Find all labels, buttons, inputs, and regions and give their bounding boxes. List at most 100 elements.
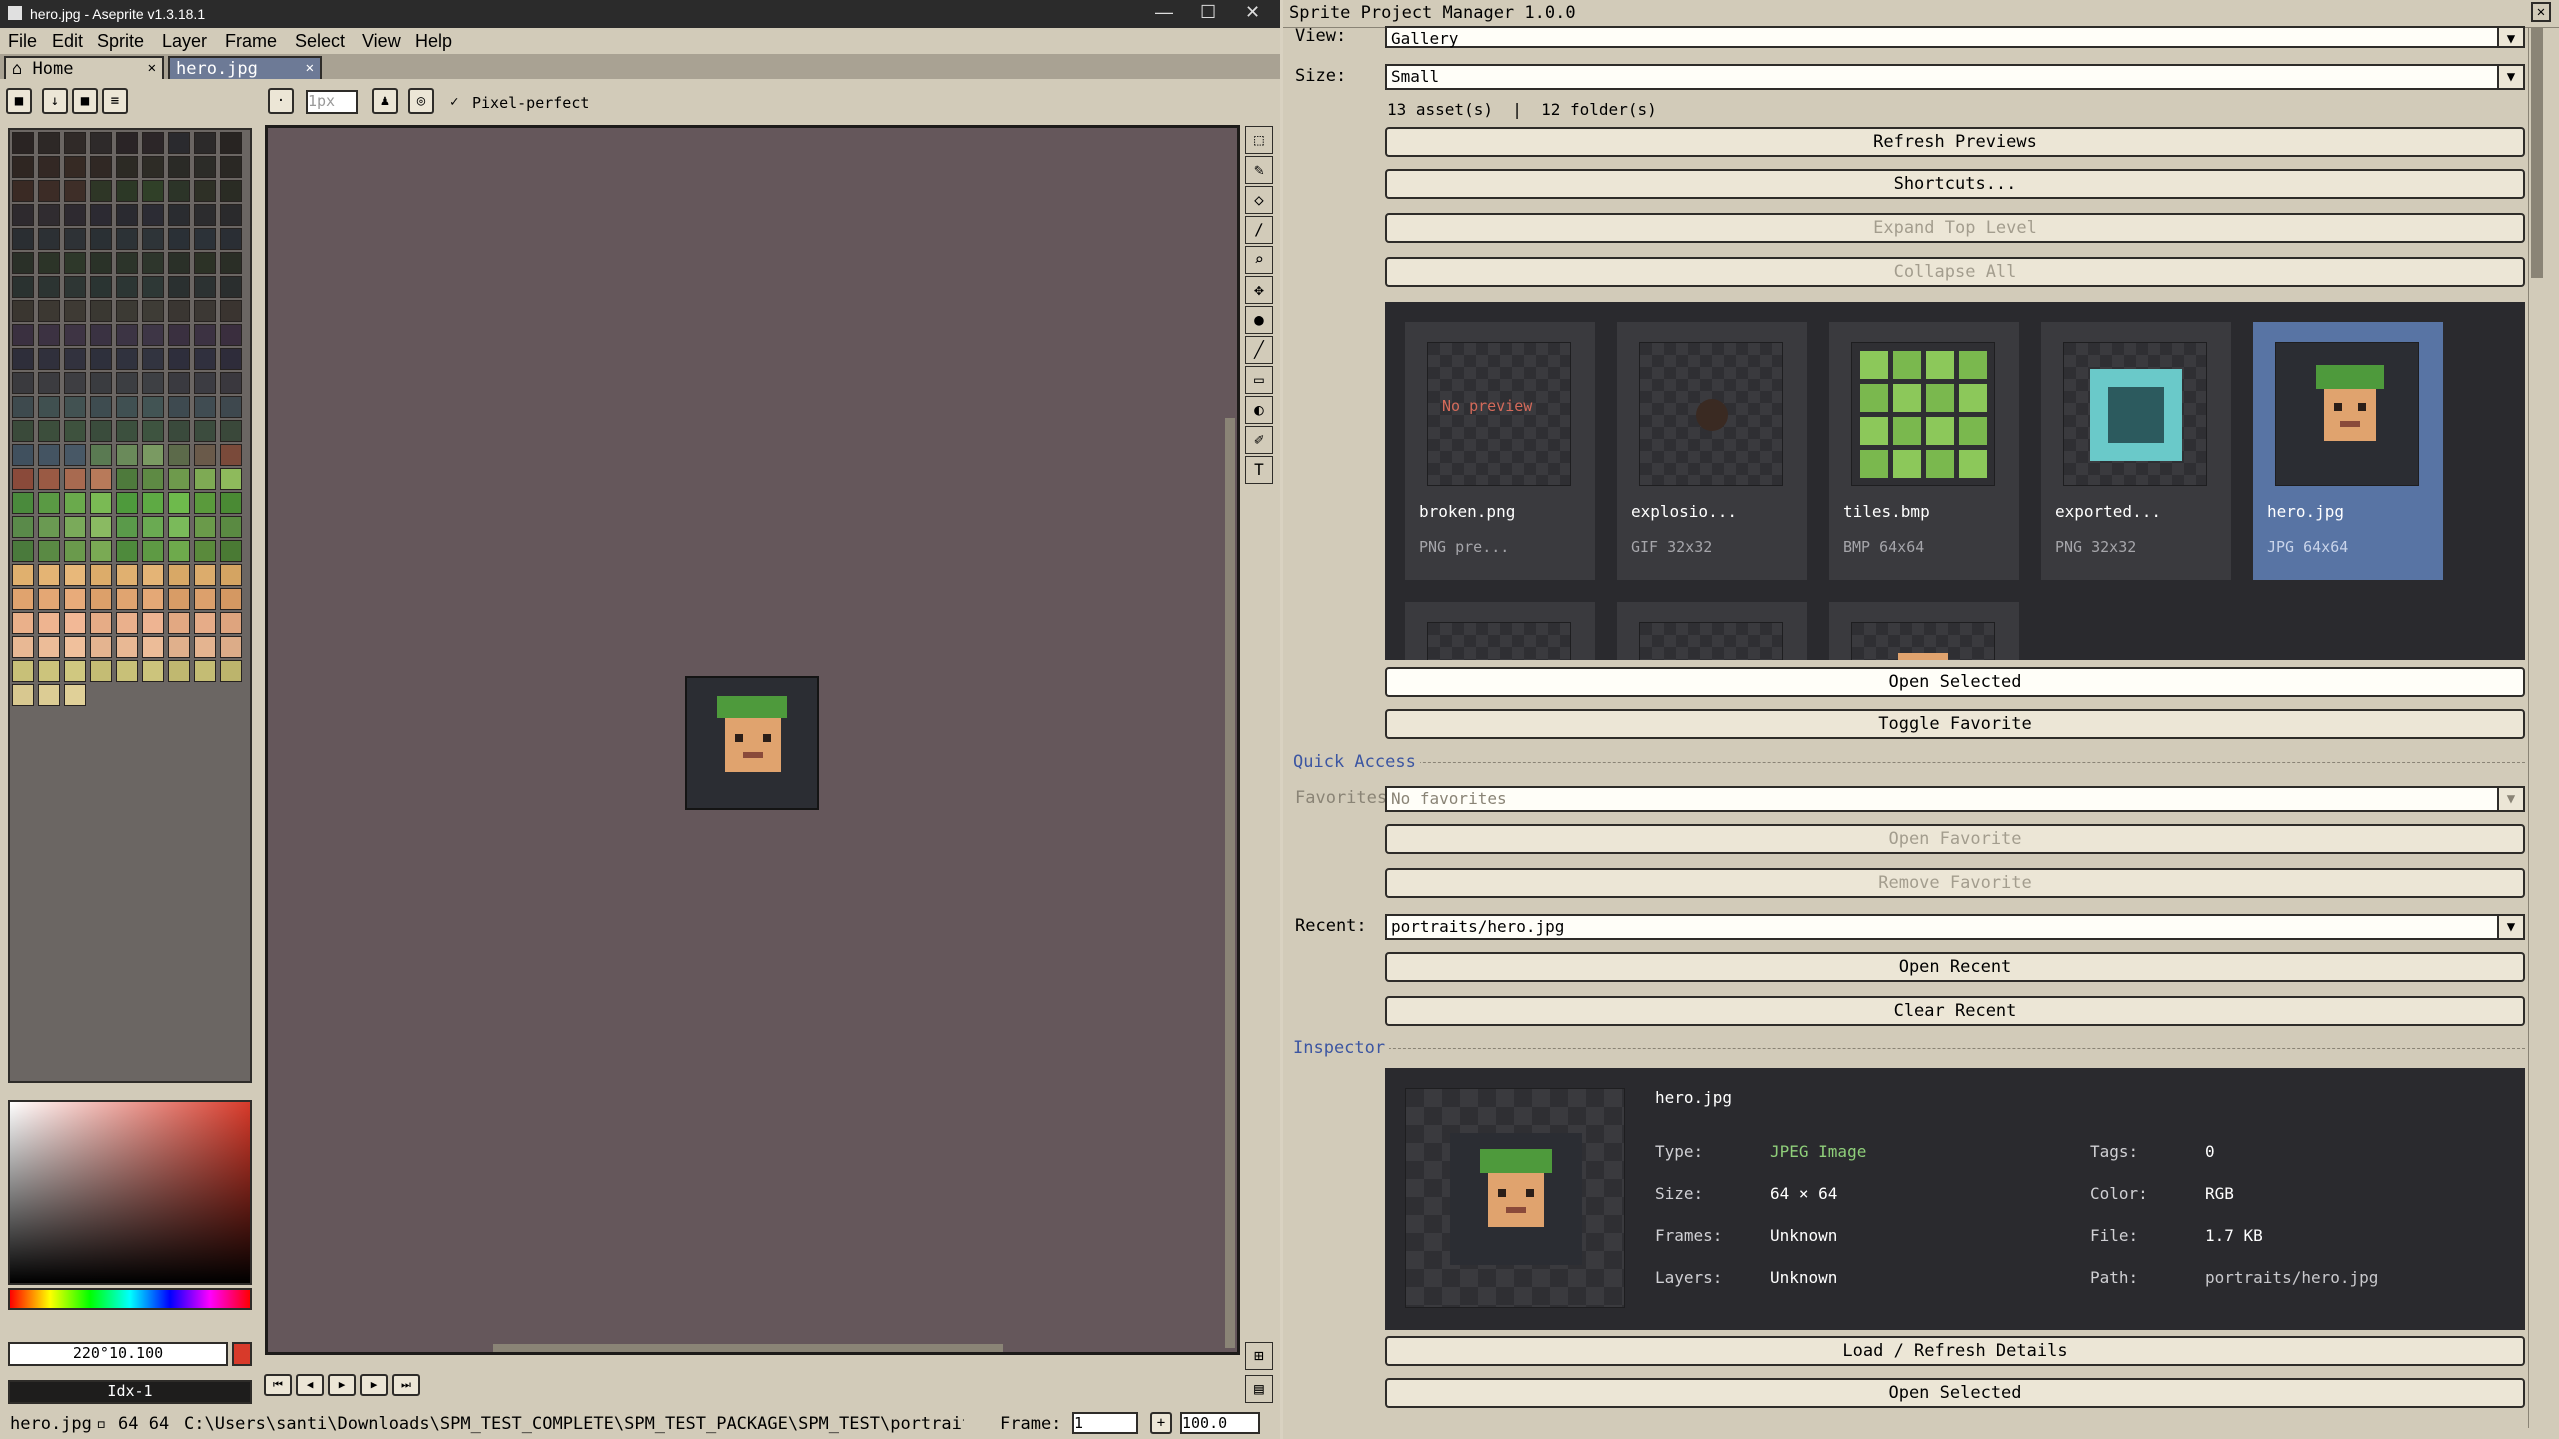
palette-swatch[interactable]	[194, 180, 216, 202]
palette-swatch[interactable]	[116, 564, 138, 586]
palette-swatch[interactable]	[194, 348, 216, 370]
palette-swatch[interactable]	[220, 468, 242, 490]
palette-swatch[interactable]	[168, 252, 190, 274]
sprite-canvas[interactable]	[265, 125, 1240, 1355]
palette-swatch[interactable]	[168, 324, 190, 346]
next-frame-icon[interactable]: ▶	[360, 1374, 388, 1396]
palette-swatch[interactable]	[12, 492, 34, 514]
palette-swatch[interactable]	[38, 660, 60, 682]
palette-swatch[interactable]	[168, 348, 190, 370]
palette-swatch[interactable]	[90, 156, 112, 178]
palette-swatch[interactable]	[194, 564, 216, 586]
palette-swatch[interactable]	[38, 444, 60, 466]
palette-swatch[interactable]	[64, 636, 86, 658]
palette-swatch[interactable]	[220, 564, 242, 586]
palette-swatch[interactable]	[168, 420, 190, 442]
palette-swatch[interactable]	[64, 276, 86, 298]
palette-swatch[interactable]	[12, 540, 34, 562]
refresh-previews-button[interactable]: Refresh Previews	[1385, 127, 2525, 157]
blur-icon[interactable]: ◐	[1245, 396, 1273, 424]
menu-layer[interactable]: Layer	[162, 31, 207, 52]
palette-swatch[interactable]	[220, 324, 242, 346]
palette-swatch[interactable]	[12, 276, 34, 298]
palette-swatch[interactable]	[90, 372, 112, 394]
palette-swatch[interactable]	[116, 324, 138, 346]
palette-swatch[interactable]	[142, 588, 164, 610]
palette-swatch[interactable]	[142, 540, 164, 562]
palette-swatch[interactable]	[168, 204, 190, 226]
palette-swatch[interactable]	[38, 540, 60, 562]
palette-swatch[interactable]	[194, 228, 216, 250]
palette-swatch[interactable]	[220, 516, 242, 538]
gallery-card[interactable]	[1405, 602, 1595, 660]
palette-swatch[interactable]	[38, 636, 60, 658]
palette-swatch[interactable]	[194, 444, 216, 466]
clear-recent-button[interactable]: Clear Recent	[1385, 996, 2525, 1026]
dialog-close-button[interactable]: ✕	[2531, 2, 2551, 22]
palette-swatch[interactable]	[90, 132, 112, 154]
palette-swatch[interactable]	[194, 588, 216, 610]
color-index-field[interactable]: Idx-1	[8, 1380, 252, 1404]
palette-swatch[interactable]	[38, 156, 60, 178]
palette-swatch[interactable]	[90, 540, 112, 562]
open-recent-button[interactable]: Open Recent	[1385, 952, 2525, 982]
palette-swatch[interactable]	[38, 276, 60, 298]
palette-swatch[interactable]	[220, 444, 242, 466]
palette-swatch[interactable]	[116, 156, 138, 178]
palette-swatch[interactable]	[220, 276, 242, 298]
gallery-card-selected[interactable]: hero.jpg JPG 64x64	[2253, 322, 2443, 580]
menu-edit[interactable]: Edit	[52, 31, 83, 52]
palette-swatch[interactable]	[90, 564, 112, 586]
fill-icon[interactable]: ●	[1245, 306, 1273, 334]
palette-swatch[interactable]	[168, 516, 190, 538]
hue-slider[interactable]	[8, 1288, 252, 1310]
favorites-select[interactable]: No favorites ▼	[1385, 786, 2525, 812]
palette-swatch[interactable]	[220, 132, 242, 154]
palette-swatch[interactable]	[64, 204, 86, 226]
palette-swatch[interactable]	[90, 324, 112, 346]
palette-swatch[interactable]	[90, 468, 112, 490]
palette-swatch[interactable]	[194, 396, 216, 418]
palette-swatch[interactable]	[116, 132, 138, 154]
palette-swatch[interactable]	[38, 132, 60, 154]
palette-swatch[interactable]	[220, 300, 242, 322]
palette-swatch[interactable]	[194, 516, 216, 538]
palette-swatch[interactable]	[220, 540, 242, 562]
gallery-card[interactable]: explosio... GIF 32x32	[1617, 322, 1807, 580]
palette-swatch[interactable]	[116, 636, 138, 658]
palette-swatch[interactable]	[142, 492, 164, 514]
palette-swatch[interactable]	[142, 420, 164, 442]
tab-home[interactable]: ⌂ Home ✕	[4, 56, 164, 79]
palette-swatch[interactable]	[142, 156, 164, 178]
palette-swatch[interactable]	[64, 588, 86, 610]
ink-icon[interactable]: ♟	[372, 88, 398, 114]
palette-swatch[interactable]	[64, 324, 86, 346]
palette-swatch[interactable]	[64, 612, 86, 634]
palette-swatch[interactable]	[220, 636, 242, 658]
palette-swatch[interactable]	[90, 396, 112, 418]
menu-file[interactable]: File	[8, 31, 37, 52]
palette-swatch[interactable]	[12, 348, 34, 370]
contour-icon[interactable]: ✐	[1245, 426, 1273, 454]
palette-swatch[interactable]	[12, 684, 34, 706]
expand-top-level-button[interactable]: Expand Top Level	[1385, 213, 2525, 243]
palette-swatch[interactable]	[116, 516, 138, 538]
palette-swatch[interactable]	[12, 396, 34, 418]
palette-swatch[interactable]	[90, 636, 112, 658]
palette-swatch[interactable]	[220, 612, 242, 634]
palette-swatch[interactable]	[116, 396, 138, 418]
palette-swatch[interactable]	[168, 540, 190, 562]
palette-swatch[interactable]	[90, 612, 112, 634]
palette-swatch[interactable]	[38, 300, 60, 322]
palette-swatch[interactable]	[90, 252, 112, 274]
palette-swatch[interactable]	[38, 612, 60, 634]
gallery-card[interactable]: exported... PNG 32x32	[2041, 322, 2231, 580]
palette-swatch[interactable]	[12, 564, 34, 586]
marquee-icon[interactable]: ⬚	[1245, 126, 1273, 154]
palette-swatch[interactable]	[38, 420, 60, 442]
palette-swatch[interactable]	[64, 132, 86, 154]
palette-swatch[interactable]	[64, 300, 86, 322]
palette-swatch[interactable]	[64, 468, 86, 490]
palette-swatch[interactable]	[142, 636, 164, 658]
palette-swatch[interactable]	[168, 468, 190, 490]
